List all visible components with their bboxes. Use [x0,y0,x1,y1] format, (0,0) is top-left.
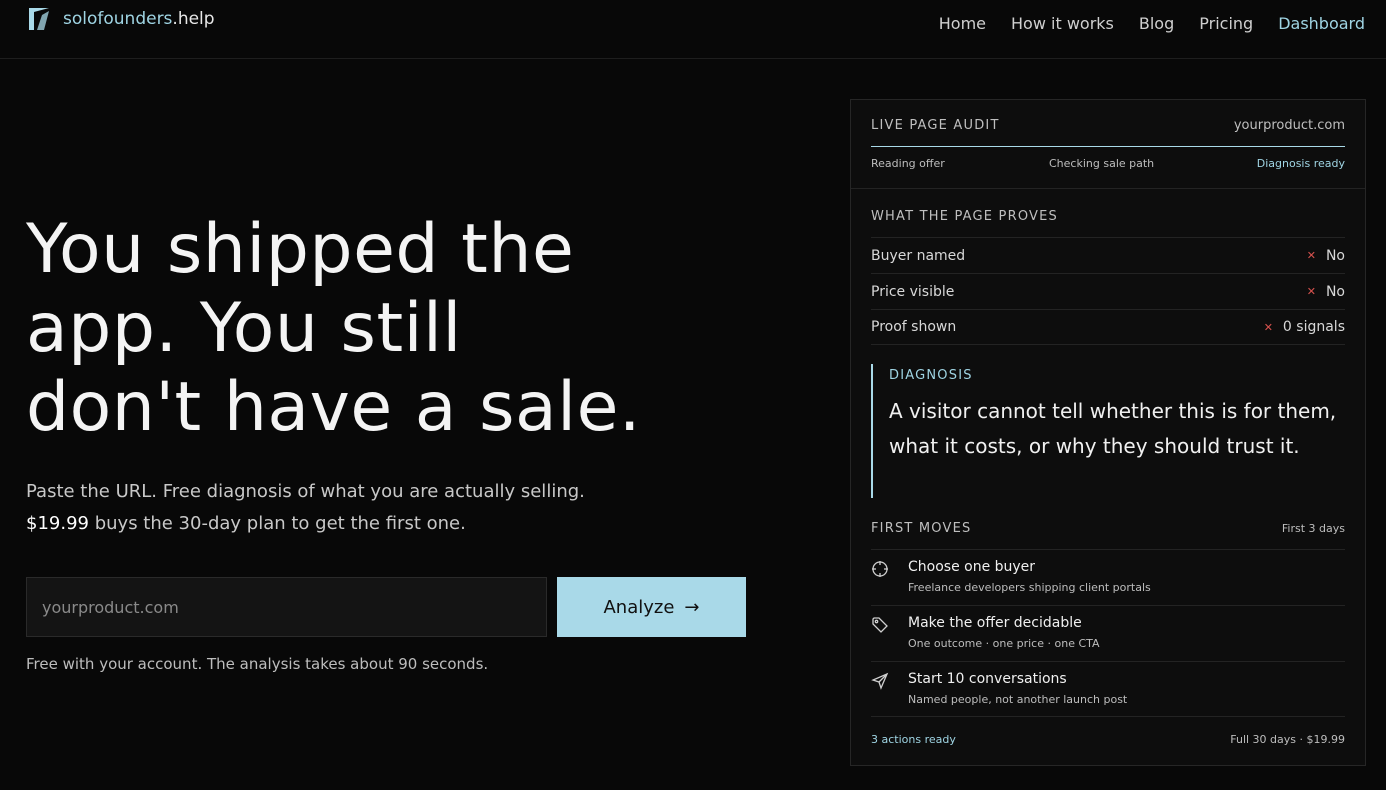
proof-label: Price visible [871,283,955,300]
hero-note: Free with your account. The analysis tak… [26,655,489,673]
hero-price: $19.99 [26,513,89,534]
actions-ready: 3 actions ready [871,733,956,746]
step-reading-offer: Reading offer [871,157,945,170]
tag-icon [872,617,888,633]
move-item: Make the offer decidable One outcome · o… [871,605,1345,661]
move-title: Start 10 conversations [908,671,1067,687]
brand[interactable]: solofounders.help [28,6,215,32]
proof-label: Buyer named [871,247,966,264]
step-checking-sale-path: Checking sale path [1049,157,1155,170]
cross-icon: ✕ [1306,285,1316,298]
proof-row: Price visible ✕ No [871,273,1345,309]
proof-value: No [1325,283,1345,300]
audit-panel: LIVE PAGE AUDIT yourproduct.com Reading … [850,99,1366,766]
audit-header: LIVE PAGE AUDIT yourproduct.com Reading … [851,100,1365,189]
audit-label: LIVE PAGE AUDIT [871,118,1000,133]
proves-list: Buyer named ✕ No Price visible ✕ No Proof … [871,237,1345,345]
main-nav: Home How it works Blog Pricing Dashboard [914,14,1365,33]
proof-value: No [1325,247,1345,264]
move-title: Make the offer decidable [908,615,1082,631]
move-desc: One outcome · one price · one CTA [908,637,1100,650]
url-input[interactable] [26,577,547,637]
move-item: Choose one buyer Freelance developers sh… [871,549,1345,605]
diagnosis-label: DIAGNOSIS [889,368,973,383]
step-diagnosis-ready: Diagnosis ready [1256,157,1345,170]
hero-title: You shipped the app. You still don't have … [26,210,642,447]
proves-label: WHAT THE PAGE PROVES [871,209,1058,224]
brand-name: solofounders.help [63,9,215,29]
nav-pricing[interactable]: Pricing [1199,14,1253,33]
proof-value: 0 signals [1282,319,1345,335]
hero-subtitle: Paste the URL. Free diagnosis of what yo… [26,481,585,534]
proof-row: Proof shown ✕ 0 signals [871,309,1345,345]
move-item: Start 10 conversations Named people, not… [871,661,1345,717]
logo-icon [29,8,49,30]
top-navigation: solofounders.help Home How it works Blog… [0,0,1386,59]
move-title: Choose one buyer [908,559,1036,575]
moves-label: FIRST MOVES [871,521,972,536]
move-desc: Named people, not another launch post [908,693,1128,706]
cross-icon: ✕ [1263,320,1273,334]
audit-progress-bar [871,146,1345,147]
diagnosis-text: A visitor cannot tell whether this is fo… [889,399,1337,458]
nav-home[interactable]: Home [939,14,986,33]
cross-icon: ✕ [1306,249,1316,262]
nav-dashboard[interactable]: Dashboard [1278,14,1365,33]
analyze-button[interactable]: Analyze → [557,577,746,637]
arrow-right-icon: → [684,596,700,618]
send-icon [871,672,889,690]
move-desc: Freelance developers shipping client por… [908,581,1151,594]
audit-domain: yourproduct.com [1233,118,1345,133]
plan-price: Full 30 days · $19.99 [1230,733,1345,746]
diagnosis-block: DIAGNOSIS A visitor cannot tell whether … [871,364,1345,498]
nav-how-it-works[interactable]: How it works [1011,14,1114,33]
proof-label: Proof shown [871,319,957,335]
proof-row: Buyer named ✕ No [871,237,1345,273]
nav-blog[interactable]: Blog [1139,14,1174,33]
target-icon [872,561,888,577]
moves-days: First 3 days [1281,522,1345,535]
moves-list: Choose one buyer Freelance developers sh… [871,549,1345,717]
